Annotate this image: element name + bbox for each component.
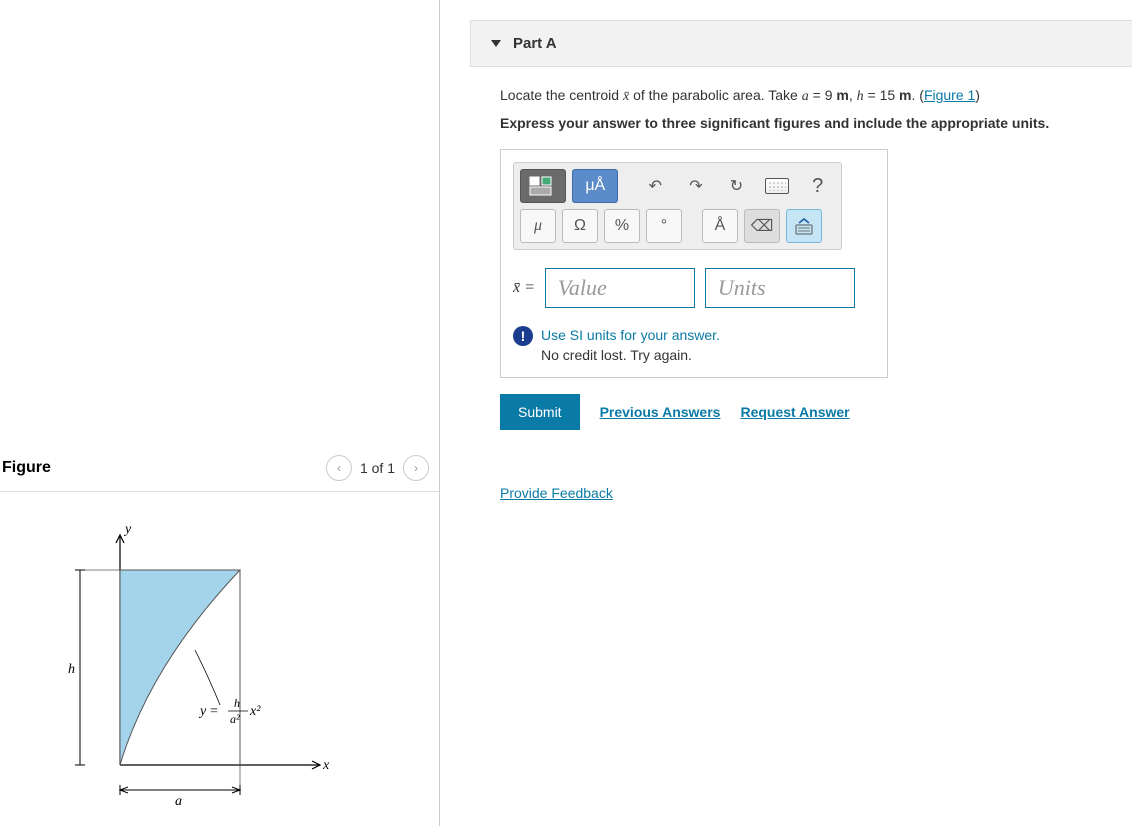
previous-answers-link[interactable]: Previous Answers [600,404,721,420]
chevron-down-icon [491,40,501,47]
part-title: Part A [513,35,557,52]
figure-next-button[interactable]: › [403,455,429,481]
figure-h-label: h [68,662,75,677]
templates-button[interactable] [520,169,566,203]
part-body: Locate the centroid x̄ of the parabolic … [470,67,1132,501]
figure-a-label: a [175,794,182,809]
degree-button[interactable]: ° [646,209,682,243]
figure-scroll-area[interactable]: y x h a y = h a² x² [0,495,439,826]
request-answer-link[interactable]: Request Answer [740,404,849,420]
figure-counter: 1 of 1 [360,460,395,476]
templates-icon [528,175,558,197]
feedback-message: ! Use SI units for your answer. No credi… [513,326,875,365]
help-button[interactable]: ? [800,169,835,203]
percent-button[interactable]: % [604,209,640,243]
answer-variable-label: x̄ = [513,279,535,297]
figure-link[interactable]: Figure 1 [924,87,975,103]
question-text: Locate the centroid x̄ of the parabolic … [500,85,1132,107]
omega-button[interactable]: Ω [562,209,598,243]
provide-feedback-link[interactable]: Provide Feedback [500,485,613,501]
angstrom-button[interactable]: Å [702,209,738,243]
figure-x-label: x [322,758,330,773]
svg-text:=: = [210,704,218,719]
svg-text:y: y [198,704,207,719]
backspace-button[interactable]: ⌫ [744,209,780,243]
units-mode-button[interactable]: μÅ [572,169,618,203]
svg-text:x²: x² [249,704,261,719]
left-pane: Figure ‹ 1 of 1 › [0,0,440,826]
express-instruction: Express your answer to three significant… [500,115,1132,131]
undo-button[interactable]: ↶ [638,169,673,203]
keyboard-toggle-button[interactable] [786,209,822,243]
reset-button[interactable]: ↻ [719,169,754,203]
svg-text:a²: a² [230,712,240,726]
mu-button[interactable]: μ [520,209,556,243]
keyboard-icon [765,178,789,194]
svg-text:h: h [234,696,240,710]
keyboard-button[interactable] [760,169,795,203]
part-header[interactable]: Part A [470,20,1132,67]
figure-title: Figure [2,459,51,477]
value-input[interactable]: Value [545,268,695,308]
keyboard-up-icon [793,215,815,237]
figure-nav: ‹ 1 of 1 › [326,455,429,481]
figure-diagram: y x h a y = h a² x² [0,495,439,826]
right-pane: Part A Locate the centroid x̄ of the par… [440,0,1132,826]
figure-header: Figure ‹ 1 of 1 › [0,455,439,492]
alert-icon: ! [513,326,533,346]
answer-toolbar: μÅ ↶ ↷ ↻ ? μ Ω % ° Å [513,162,842,250]
feedback-line2: No credit lost. Try again. [541,346,720,366]
redo-button[interactable]: ↷ [679,169,714,203]
answer-box: μÅ ↶ ↷ ↻ ? μ Ω % ° Å [500,149,888,378]
answer-input-row: x̄ = Value Units [513,268,875,308]
feedback-line1: Use SI units for your answer. [541,326,720,346]
units-input[interactable]: Units [705,268,855,308]
figure-prev-button[interactable]: ‹ [326,455,352,481]
actions-row: Submit Previous Answers Request Answer [500,394,1132,430]
figure-equation: y = h a² x² [198,696,261,726]
figure-y-label: y [123,522,132,537]
submit-button[interactable]: Submit [500,394,580,430]
